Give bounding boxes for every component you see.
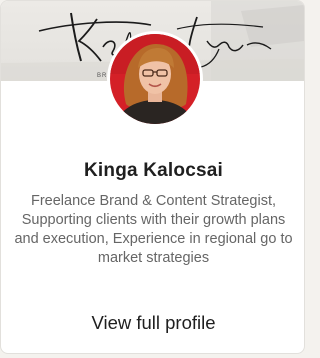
svg-text:BR: BR: [97, 73, 107, 79]
profile-photo: [110, 34, 200, 124]
profile-headline: Freelance Brand & Content Strategist, Su…: [14, 193, 293, 266]
view-full-profile-button[interactable]: View full profile: [0, 312, 307, 334]
profile-name: Kinga Kalocsai: [83, 160, 223, 181]
avatar[interactable]: [107, 31, 203, 127]
